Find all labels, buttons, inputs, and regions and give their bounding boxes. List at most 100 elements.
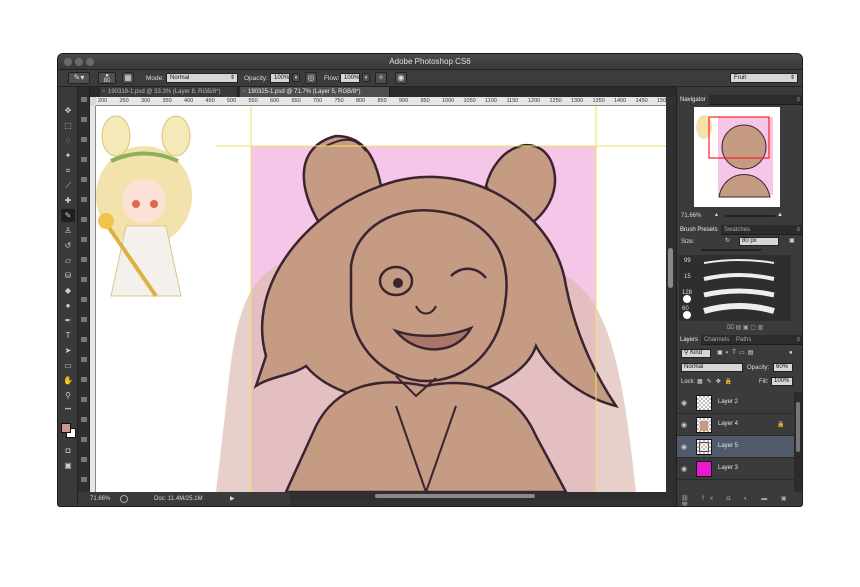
airbrush-icon[interactable]: ✧ bbox=[375, 72, 387, 84]
layer-opacity-label: Opacity: bbox=[747, 365, 770, 371]
layer-row[interactable]: ◉ Layer 4 🔒 bbox=[677, 414, 794, 436]
vertical-scroll-thumb[interactable] bbox=[668, 248, 673, 288]
title-bar: Adobe Photoshop CS6 bbox=[58, 54, 802, 70]
close-tab-icon[interactable]: × bbox=[102, 87, 106, 97]
brush-size-slider[interactable] bbox=[701, 249, 761, 251]
ruler-tick-label: 650 bbox=[291, 98, 301, 104]
dodge-tool-icon[interactable]: ● bbox=[61, 299, 75, 312]
layer-opacity-input[interactable]: 60% bbox=[773, 363, 793, 372]
flow-slider-toggle[interactable]: ▾ bbox=[362, 73, 370, 82]
layer-filter-icons[interactable]: ▣◐T▭▤ bbox=[717, 349, 756, 357]
eraser-tool-icon[interactable]: ▱ bbox=[61, 254, 75, 267]
ruler-tick-label: 1100 bbox=[485, 98, 497, 104]
shape-tool-icon[interactable]: ▭ bbox=[61, 359, 75, 372]
mode-value: Normal bbox=[170, 75, 190, 81]
panel-menu-icon[interactable]: ≡ bbox=[796, 225, 800, 235]
lasso-tool-icon[interactable]: ◌ bbox=[61, 134, 75, 147]
clone-stamp-tool-icon[interactable]: ♙ bbox=[61, 224, 75, 237]
layer-row[interactable]: ◉ Layer 3 bbox=[677, 458, 794, 480]
horizontal-scrollbar[interactable] bbox=[290, 492, 676, 500]
layer-row[interactable]: ◉ Layer 2 bbox=[677, 392, 794, 414]
brush-presets-list[interactable]: 99 15 128 60 bbox=[679, 255, 791, 321]
foreground-color-swatch[interactable] bbox=[61, 423, 71, 433]
collapsed-panel-icons[interactable] bbox=[78, 87, 90, 506]
zoom-in-icon[interactable]: ▲ bbox=[777, 211, 783, 219]
navigator-zoom-slider[interactable] bbox=[725, 215, 775, 217]
brush-preset-picker[interactable]: ● 80 bbox=[98, 72, 116, 84]
ruler-tick-label: 200 bbox=[98, 98, 108, 104]
screen-mode-icon[interactable]: ▣ bbox=[61, 459, 75, 472]
brush-panel-toggle-icon[interactable]: ▦ bbox=[122, 72, 134, 84]
zoom-readout[interactable]: 71.66% bbox=[90, 492, 110, 506]
close-tab-icon[interactable]: × bbox=[242, 87, 246, 97]
ruler-tick-label: 1200 bbox=[528, 98, 541, 104]
lock-icons[interactable]: ▦✎✥🔒 bbox=[697, 378, 736, 386]
tool-preset-picker[interactable]: ✎▾ bbox=[68, 72, 90, 84]
layers-footer-icons[interactable]: ⛓ fx ◘ ◐ ▬ ▣ 🗑 bbox=[681, 495, 801, 506]
tab-paths[interactable]: Paths bbox=[733, 335, 754, 345]
filter-toggle-icon[interactable]: ● bbox=[789, 349, 793, 357]
document-canvas[interactable] bbox=[96, 106, 666, 492]
visibility-eye-icon[interactable]: ◉ bbox=[681, 465, 687, 473]
pressure-size-icon[interactable]: ◉ bbox=[395, 72, 407, 84]
opacity-input[interactable]: 100% bbox=[270, 73, 290, 83]
brush-tool-icon[interactable]: ✎ bbox=[61, 209, 75, 222]
horizontal-ruler[interactable]: 200 250 300 350 400 450 500 550 600 650 700 750 800 8… bbox=[96, 97, 666, 106]
paint-bucket-tool-icon[interactable]: ⛁ bbox=[61, 269, 75, 282]
history-brush-tool-icon[interactable]: ↺ bbox=[61, 239, 75, 252]
visibility-eye-icon[interactable]: ◉ bbox=[681, 421, 687, 429]
status-menu-arrow-icon[interactable]: ▶ bbox=[230, 492, 235, 506]
tab-swatches[interactable]: Swatches bbox=[721, 225, 753, 235]
new-brush-icon[interactable]: ▣ bbox=[789, 237, 795, 245]
zoom-out-icon[interactable]: ▴ bbox=[715, 211, 718, 219]
panel-menu-icon[interactable]: ≡ bbox=[796, 335, 800, 345]
workspace-select[interactable]: Fruit ⇕ bbox=[730, 73, 798, 83]
brush-size-readout: 80 bbox=[103, 78, 111, 84]
tab-navigator[interactable]: Navigator bbox=[677, 95, 709, 105]
horizontal-scroll-thumb[interactable] bbox=[375, 494, 535, 498]
status-icon[interactable] bbox=[120, 495, 128, 503]
document-size: Doc: 11.4M/25.1M bbox=[154, 496, 203, 502]
eyedropper-tool-icon[interactable]: ⟋ bbox=[61, 179, 75, 192]
vertical-scrollbar[interactable] bbox=[666, 106, 676, 492]
navigator-zoom-readout[interactable]: 71.66% bbox=[681, 212, 701, 220]
mode-select[interactable]: Normal ⇕ bbox=[166, 73, 238, 83]
layer-row-selected[interactable]: ◉ Layer 5 bbox=[677, 436, 794, 458]
tab-document-1[interactable]: × 190319-1.psd @ 33.3% (Layer 8, RGB/8*) bbox=[100, 87, 238, 97]
blend-mode-select[interactable]: Normal bbox=[681, 363, 743, 372]
tab-brush-presets[interactable]: Brush Presets bbox=[677, 225, 721, 235]
blur-tool-icon[interactable]: ◆ bbox=[61, 284, 75, 297]
tab-channels[interactable]: Channels bbox=[701, 335, 732, 345]
pen-tool-icon[interactable]: ✒ bbox=[61, 314, 75, 327]
pressure-opacity-icon[interactable]: ◎ bbox=[305, 72, 317, 84]
brush-size-input[interactable]: 80 px bbox=[739, 237, 779, 246]
healing-brush-tool-icon[interactable]: ✚ bbox=[61, 194, 75, 207]
tab-layers[interactable]: Layers bbox=[677, 335, 702, 345]
brush-panel-footer-icons[interactable]: ⌧ ▤ ▣ ▢ ▥ bbox=[727, 324, 797, 332]
path-selection-tool-icon[interactable]: ➤ bbox=[61, 344, 75, 357]
ruler-tick-label: 1300 bbox=[571, 98, 584, 104]
tab-document-2[interactable]: × 190325-1.psd @ 71.7% (Layer 5, RGB/8*) bbox=[240, 87, 390, 97]
move-tool-icon[interactable]: ✥ bbox=[61, 104, 75, 117]
flow-input[interactable]: 100% bbox=[340, 73, 360, 83]
opacity-slider-toggle[interactable]: ▾ bbox=[292, 73, 300, 82]
hand-tool-icon[interactable]: ✋ bbox=[61, 374, 75, 387]
visibility-eye-icon[interactable]: ◉ bbox=[681, 399, 687, 407]
layer-filter-select[interactable]: ⚲ Kind bbox=[681, 349, 711, 358]
zoom-tool-icon[interactable]: ⚲ bbox=[61, 389, 75, 402]
magic-wand-tool-icon[interactable]: ✦ bbox=[61, 149, 75, 162]
panel-menu-icon[interactable]: ≡ bbox=[796, 95, 800, 105]
layers-scrollbar[interactable] bbox=[794, 392, 802, 492]
quick-mask-icon[interactable]: ◘ bbox=[61, 444, 75, 457]
visibility-eye-icon[interactable]: ◉ bbox=[681, 443, 687, 451]
ruler-tick-label: 1050 bbox=[463, 98, 476, 104]
more-tools-icon[interactable]: ••• bbox=[61, 404, 75, 417]
ruler-tick-label: 250 bbox=[119, 98, 129, 104]
layers-scroll-thumb[interactable] bbox=[796, 402, 800, 452]
fill-input[interactable]: 100% bbox=[771, 377, 793, 386]
marquee-tool-icon[interactable]: ⬚ bbox=[61, 119, 75, 132]
type-tool-icon[interactable]: T bbox=[61, 329, 75, 342]
navigator-thumbnail[interactable] bbox=[694, 107, 780, 207]
crop-tool-icon[interactable]: ⌗ bbox=[61, 164, 75, 177]
reset-size-icon[interactable]: ↻ bbox=[725, 237, 730, 245]
